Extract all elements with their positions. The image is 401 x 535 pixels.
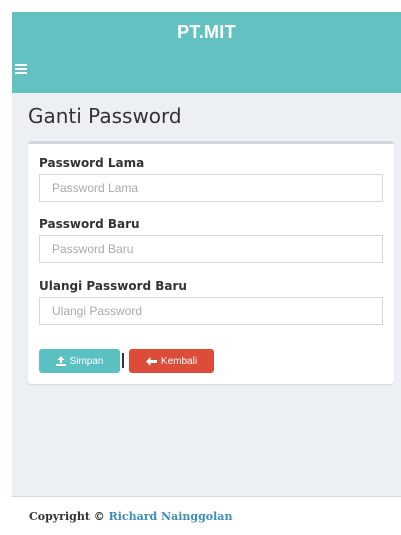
old-password-input[interactable] [39,174,383,202]
back-button[interactable]: Kembali [129,349,214,373]
button-separator [122,353,124,368]
upload-icon [55,356,66,366]
brand-title[interactable]: PT.MIT [12,12,401,53]
save-button[interactable]: Simpan [39,349,120,373]
page-title: Ganti Password [28,104,182,128]
arrow-left-icon [145,356,157,366]
old-password-label: Password Lama [39,156,145,170]
page-footer: Copyright © Richard Nainggolan [12,496,401,535]
repeat-password-label: Ulangi Password Baru [39,279,187,293]
copyright-label: Copyright © [29,510,105,523]
repeat-password-input[interactable] [39,297,383,325]
back-button-label: Kembali [160,355,198,367]
menu-bar [15,68,27,70]
change-password-form: Password Lama Password Baru Ulangi Passw… [28,141,394,384]
menu-bar [15,72,27,74]
top-header: PT.MIT [12,12,401,93]
save-button-label: Simpan [69,355,104,367]
menu-bar [15,64,27,66]
menu-toggle-icon[interactable] [15,62,31,76]
new-password-label: Password Baru [39,217,140,231]
new-password-input[interactable] [39,235,383,263]
copyright-text: Copyright © Richard Nainggolan [29,510,232,523]
author-link[interactable]: Richard Nainggolan [109,510,233,523]
app-frame: PT.MIT Ganti Password Password Lama Pass… [12,12,401,535]
